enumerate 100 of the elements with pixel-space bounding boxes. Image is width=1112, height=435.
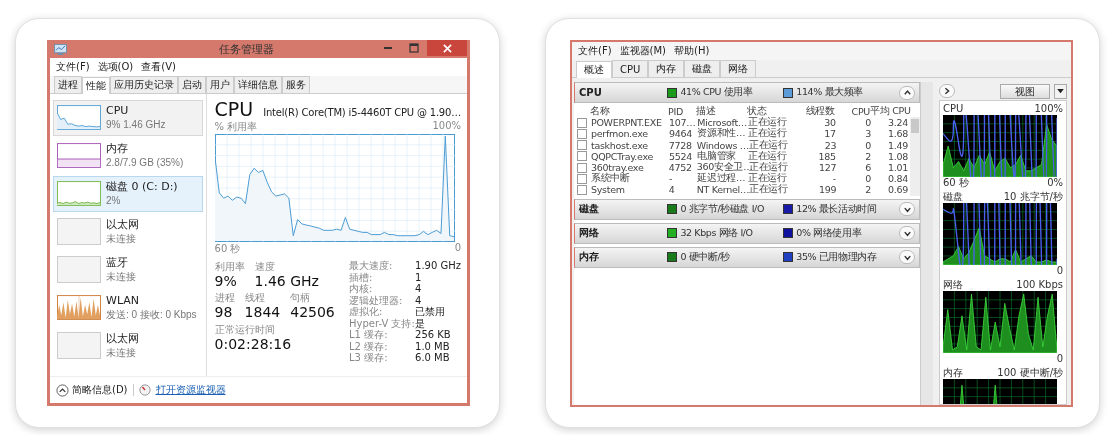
tab[interactable]: 启动	[178, 76, 206, 93]
chevron-right-icon	[943, 87, 951, 95]
checkbox[interactable]	[577, 162, 587, 173]
checkbox[interactable]	[577, 151, 587, 162]
device-item[interactable]: 磁盘 0 (C: D:) 2%	[53, 176, 203, 212]
tab[interactable]: 磁盘	[684, 60, 721, 77]
section-header[interactable]: 内存 0 硬中断/秒 35% 已用物理内存	[574, 246, 920, 268]
device-name: WLAN	[106, 294, 140, 308]
table-cell-text: -	[669, 173, 674, 185]
menu-item[interactable]: 查看(V)	[141, 60, 176, 74]
spec-value: 4	[415, 294, 423, 306]
table-cell-text: 185	[817, 150, 836, 162]
table-cell-text: 正在运行	[748, 127, 788, 140]
scrollbar[interactable]	[920, 82, 933, 405]
stat-label: 利用率	[214, 260, 245, 274]
menu-item[interactable]: 文件(F)	[56, 60, 90, 74]
device-item[interactable]: 以太网 未连接	[53, 214, 203, 250]
tab[interactable]: 进程	[54, 76, 82, 93]
checkbox[interactable]	[577, 184, 587, 195]
column-header[interactable]: 名称	[590, 105, 669, 119]
stat-value: 98	[214, 305, 234, 321]
graph-min-label: 0	[1056, 353, 1063, 365]
graph-title: CPU	[943, 103, 964, 115]
device-item[interactable]: 蓝牙 未连接	[53, 252, 203, 288]
column-header[interactable]: 平均 CPU	[870, 105, 908, 119]
stat-value: 1844	[244, 305, 281, 321]
device-name: 以太网	[106, 218, 139, 232]
tab[interactable]: 网络	[720, 60, 757, 77]
device-name: 以太网	[106, 332, 139, 346]
expand-button[interactable]	[899, 226, 915, 240]
table-cell-text: -	[831, 173, 836, 185]
dropdown-button[interactable]	[1054, 83, 1067, 99]
spec-value: 1.90 GHz	[415, 260, 461, 272]
checkbox[interactable]	[577, 140, 587, 151]
device-item[interactable]: WLAN 发送: 0 接收: 0 Kbps	[53, 290, 203, 326]
table-cell-text: 0	[864, 139, 872, 151]
table-cell-text: 199	[817, 184, 837, 196]
section-header[interactable]: 磁盘 0 兆字节/秒磁盘 I/O 12% 最长活动时间	[574, 198, 920, 220]
menu-item[interactable]: 帮助(H)	[674, 44, 710, 58]
view-button[interactable]: 视图	[1000, 83, 1050, 99]
spec-label: L3 缓存:	[349, 352, 389, 364]
device-detail: 2%	[106, 194, 122, 207]
tab[interactable]: CPU	[612, 60, 649, 77]
tab[interactable]: 性能	[82, 77, 110, 94]
tab[interactable]: 内存	[648, 60, 685, 77]
column-header[interactable]: 描述	[696, 105, 748, 119]
expand-button[interactable]	[899, 250, 915, 264]
graph-zero-label: 0	[454, 242, 461, 255]
expand-pane-button[interactable]	[939, 84, 955, 98]
resource-monitor-link[interactable]: 打开资源监视器	[155, 383, 226, 397]
close-button[interactable]	[427, 40, 467, 56]
device-detail: 9% 1.46 GHz	[106, 118, 166, 131]
cpu-model: Intel(R) Core(TM) i5-4460T CPU @ 1.90…	[263, 107, 461, 118]
section-header[interactable]: CPU 41% CPU 使用率 114% 最大频率	[574, 82, 920, 103]
panel-title: CPU	[214, 98, 254, 120]
tab[interactable]: 概述	[576, 61, 612, 78]
graph-title: 内存	[943, 367, 963, 379]
menu-item[interactable]: 文件(F)	[578, 44, 612, 58]
device-detail: 发送: 0 接收: 0 Kbps	[106, 308, 197, 321]
device-item[interactable]: 以太网 未连接	[53, 328, 203, 364]
checkbox[interactable]	[577, 173, 587, 184]
stat-value: 9%	[214, 274, 238, 290]
table-cell-text: 延迟过程…	[697, 172, 747, 186]
column-header[interactable]: PID	[668, 106, 697, 118]
device-item[interactable]: CPU 9% 1.46 GHz	[53, 100, 203, 136]
menu-item[interactable]: 监视器(M)	[619, 44, 666, 58]
expand-button[interactable]	[899, 202, 915, 216]
caret-icon	[1057, 88, 1064, 94]
section-header[interactable]: 网络 32 Kbps 网络 I/O 0% 网络使用率	[574, 222, 920, 244]
stat-value: 42506	[290, 305, 335, 321]
table-cell-text: 0.84	[887, 173, 908, 185]
collapse-button[interactable]	[899, 85, 915, 100]
device-item[interactable]: 内存 2.8/7.9 GB (35%)	[53, 138, 203, 174]
table-cell-text: 17	[823, 128, 836, 140]
checkbox[interactable]	[577, 117, 587, 128]
graph-title: 磁盘	[943, 191, 963, 203]
device-name: CPU	[106, 104, 130, 118]
section-title: 内存	[579, 250, 600, 264]
column-header[interactable]: 线程数	[797, 105, 835, 119]
spec-value: 已禁用	[415, 306, 447, 318]
tab[interactable]: 用户	[206, 76, 234, 93]
column-header[interactable]: CPU	[834, 106, 870, 118]
tab[interactable]: 详细信息	[234, 76, 282, 93]
spec-label: 最大速度:	[349, 260, 394, 272]
spec-label: 虚拟化:	[349, 306, 384, 318]
section-stat: 0 兆字节/秒磁盘 I/O	[680, 202, 764, 216]
table-cell-text: taskhost.exe	[591, 139, 649, 151]
summary-button[interactable]: 简略信息(D)	[56, 383, 128, 397]
device-name: 蓝牙	[106, 256, 129, 270]
section-title: 网络	[579, 226, 600, 240]
scrollbar[interactable]	[910, 117, 920, 196]
tab[interactable]: 服务	[282, 76, 310, 93]
table-cell-text: 23	[823, 139, 837, 151]
menu-item[interactable]: 选项(O)	[97, 60, 134, 74]
checkbox[interactable]	[577, 128, 587, 139]
graph-title: 网络	[943, 279, 963, 291]
spec-label: 逻辑处理器:	[349, 294, 404, 306]
tab[interactable]: 应用历史记录	[110, 76, 178, 93]
empty-thumbnail	[57, 256, 101, 283]
table-cell-text: 系统中断	[591, 172, 630, 186]
